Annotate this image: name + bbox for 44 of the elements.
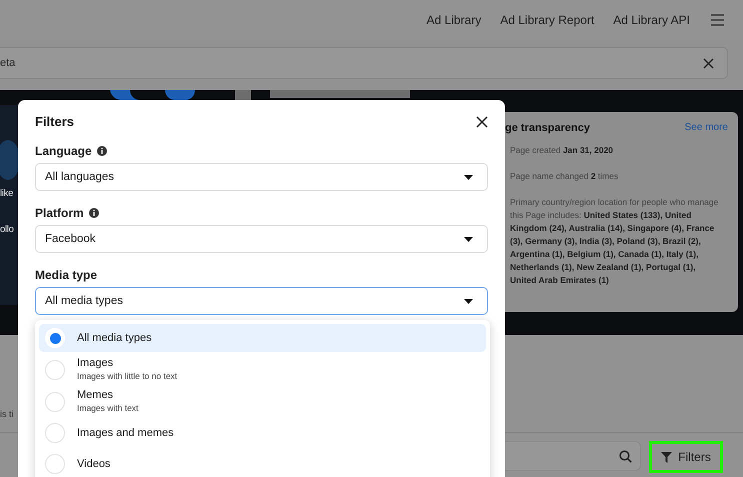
info-text: Page created Jan 31, 2020 (510, 144, 614, 157)
menu-option[interactable]: All media types (39, 324, 486, 352)
filters-button[interactable]: Filters (649, 441, 723, 473)
field-label: Platform (35, 206, 84, 220)
text-fragment: like (0, 188, 14, 199)
caret-icon (464, 174, 473, 180)
nav-link[interactable]: Ad Library (426, 13, 482, 27)
menu-option[interactable]: Memes Images with text (39, 387, 486, 416)
text-fragment: is ti (0, 409, 14, 419)
radio-button[interactable] (45, 360, 65, 380)
close-icon[interactable] (476, 116, 488, 128)
menu-option[interactable]: Images Images with little to no text (39, 355, 486, 384)
info-icon (96, 146, 107, 156)
radio-button[interactable] (45, 392, 65, 412)
text-fragment: ollo (0, 224, 14, 235)
caret-icon (464, 298, 473, 304)
nav-link[interactable]: Ad Library Report (500, 13, 594, 27)
option-description: Images with text (77, 403, 138, 414)
option-description: Images with little to no text (77, 371, 178, 382)
option-label: Images (77, 357, 114, 370)
option-label: Memes (77, 389, 114, 402)
field-label: Language (35, 144, 92, 158)
field-label: Media type (35, 268, 98, 282)
radio-button[interactable] (45, 423, 65, 443)
info-text: Primary country/region location for people who manage this Page includes: United States (133), United Kingdom (24), Australia (14), Singapore (4), France (3), Germany (3), India (3), Poland (3), Brazil (2), Argentina (1), Belgium (1), Canada (1), Italy (1), Netherlands (1), New Zealand (1), Portugal (1), United Arab Emirates (1) (510, 196, 720, 287)
option-label: All media types (77, 332, 152, 344)
search-field[interactable]: eta (0, 47, 728, 79)
menu-option[interactable]: Images and memes (39, 419, 486, 447)
info-icon (88, 208, 99, 218)
card-title: ge transparency (505, 122, 590, 134)
radio-button[interactable] (45, 454, 65, 474)
menu-option[interactable]: Videos (39, 450, 486, 477)
option-label: Images and memes (77, 426, 174, 440)
dropdown-field[interactable]: All languages (35, 163, 488, 191)
search-icon[interactable] (619, 450, 632, 462)
option-label: Videos (77, 458, 110, 470)
dropdown-field[interactable]: Facebook (35, 225, 488, 253)
caret-icon (464, 236, 473, 242)
menu-icon[interactable] (711, 14, 724, 26)
dropdown-field[interactable]: All media types (35, 287, 488, 315)
filter-icon (661, 452, 672, 462)
info-text: Page name changed 2 times (510, 170, 620, 183)
nav-link[interactable]: Ad Library API (613, 13, 690, 27)
dialog-title: Filters (35, 114, 74, 129)
